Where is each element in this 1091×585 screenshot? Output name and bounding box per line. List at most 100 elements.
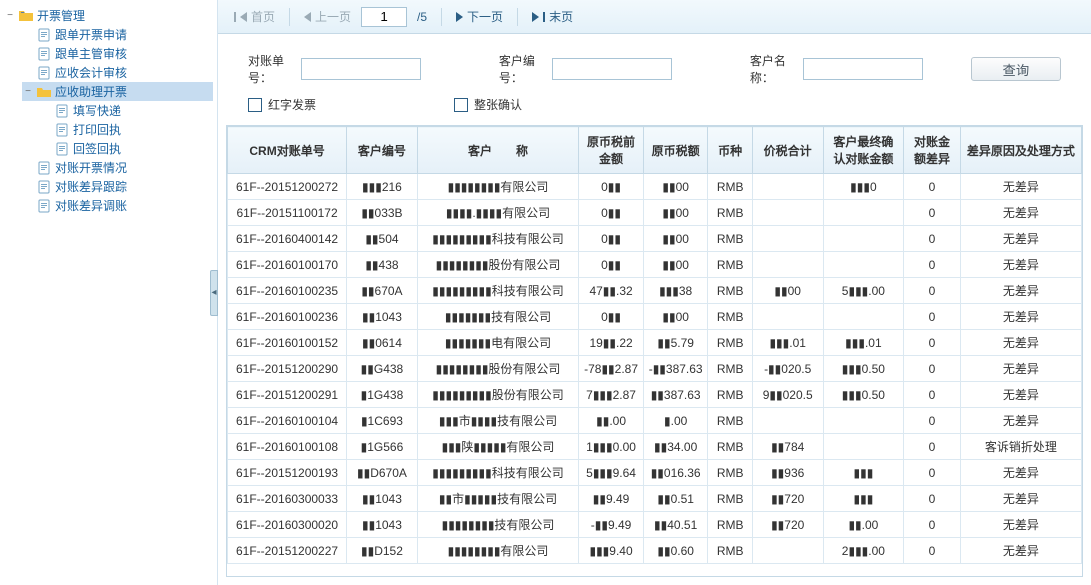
sidebar-item-label[interactable]: 打印回执 xyxy=(73,121,121,138)
cell-confirm xyxy=(823,226,904,252)
document-icon xyxy=(54,122,70,138)
cell-crm: 61F--20151200291 xyxy=(228,382,347,408)
table-row[interactable]: 61F--20151200290▮▮G438▮▮▮▮▮▮▮▮股份有限公司-78▮… xyxy=(228,356,1082,382)
first-page-button[interactable]: 首页 xyxy=(228,6,281,27)
page-number-input[interactable] xyxy=(361,7,407,27)
cell-confirm: ▮▮▮0.50 xyxy=(823,382,904,408)
cell-crm: 61F--20160100170 xyxy=(228,252,347,278)
th-diff[interactable]: 对账金额差异 xyxy=(904,127,961,174)
red-invoice-checkbox[interactable] xyxy=(248,98,262,112)
th-crm[interactable]: CRM对账单号 xyxy=(228,127,347,174)
order-input[interactable] xyxy=(301,58,421,80)
cell-cname: ▮▮▮▮▮▮▮▮技有限公司 xyxy=(417,512,579,538)
data-table: CRM对账单号 客户编号 客户 称 原币税前金额 原币税额 币种 价税合计 客户… xyxy=(227,126,1082,564)
table-row[interactable]: 61F--20160300033▮▮1043▮▮市▮▮▮▮▮技有限公司▮▮9.4… xyxy=(228,486,1082,512)
sidebar-item-label[interactable]: 跟单主管审核 xyxy=(55,45,127,62)
cell-cid: ▮▮033B xyxy=(347,200,418,226)
cell-pretax: 0▮▮ xyxy=(579,174,644,200)
tree-root-label[interactable]: 开票管理 xyxy=(37,7,85,24)
cell-tax: ▮▮00 xyxy=(643,200,708,226)
sidebar-item-label[interactable]: 回签回执 xyxy=(73,140,121,157)
sidebar-item[interactable]: − 应收助理开票 xyxy=(22,82,213,101)
table-row[interactable]: 61F--20160100152▮▮0614▮▮▮▮▮▮▮电有限公司19▮▮.2… xyxy=(228,330,1082,356)
table-row[interactable]: 61F--20151200193▮▮D670A▮▮▮▮▮▮▮▮▮科技有限公司5▮… xyxy=(228,460,1082,486)
th-reason[interactable]: 差异原因及处理方式 xyxy=(960,127,1081,174)
th-confirm[interactable]: 客户最终确认对账金额 xyxy=(823,127,904,174)
sidebar-item[interactable]: 填写快递 xyxy=(40,101,213,120)
sidebar-item-label[interactable]: 对账差异跟踪 xyxy=(55,178,127,195)
sidebar-item[interactable]: 对账开票情况 xyxy=(22,158,213,177)
th-pretax[interactable]: 原币税前金额 xyxy=(579,127,644,174)
collapse-icon[interactable]: − xyxy=(22,86,34,98)
cell-cur: RMB xyxy=(708,460,752,486)
collapse-icon[interactable]: − xyxy=(4,10,16,22)
cell-pretax: 7▮▮▮2.87 xyxy=(579,382,644,408)
cell-cid: ▮▮▮216 xyxy=(347,174,418,200)
cell-reason: 无差异 xyxy=(960,408,1081,434)
collapse-tab[interactable]: ◂ xyxy=(210,270,218,316)
sidebar-item-label[interactable]: 应收会计审核 xyxy=(55,64,127,81)
cell-cur: RMB xyxy=(708,434,752,460)
cell-pretax: 1▮▮▮0.00 xyxy=(579,434,644,460)
sidebar-item-label[interactable]: 应收助理开票 xyxy=(55,83,127,100)
last-page-button[interactable]: 末页 xyxy=(526,6,579,27)
cell-total xyxy=(752,252,823,278)
table-row[interactable]: 61F--20160100170▮▮438▮▮▮▮▮▮▮▮股份有限公司0▮▮▮▮… xyxy=(228,252,1082,278)
table-row[interactable]: 61F--20160100235▮▮670A▮▮▮▮▮▮▮▮▮科技有限公司47▮… xyxy=(228,278,1082,304)
cell-crm: 61F--20160300020 xyxy=(228,512,347,538)
cell-total xyxy=(752,408,823,434)
sidebar-item[interactable]: 跟单开票申请 xyxy=(22,25,213,44)
sidebar-item-label[interactable]: 对账差异调账 xyxy=(55,197,127,214)
cell-cur: RMB xyxy=(708,382,752,408)
cell-diff: 0 xyxy=(904,174,961,200)
sidebar-item-label[interactable]: 跟单开票申请 xyxy=(55,26,127,43)
th-cname[interactable]: 客户 称 xyxy=(417,127,579,174)
table-row[interactable]: 61F--20160100236▮▮1043▮▮▮▮▮▮▮技有限公司0▮▮▮▮0… xyxy=(228,304,1082,330)
cell-cname: ▮▮▮▮▮▮▮▮有限公司 xyxy=(417,538,579,564)
cell-confirm: 2▮▮▮.00 xyxy=(823,538,904,564)
sidebar-item[interactable]: 回签回执 xyxy=(40,139,213,158)
cell-crm: 61F--20160100235 xyxy=(228,278,347,304)
whole-confirm-checkbox[interactable] xyxy=(454,98,468,112)
cell-diff: 0 xyxy=(904,460,961,486)
sidebar-item[interactable]: 应收会计审核 xyxy=(22,63,213,82)
sidebar-item[interactable]: 跟单主管审核 xyxy=(22,44,213,63)
next-page-button[interactable]: 下一页 xyxy=(450,6,509,27)
sidebar-item[interactable]: 对账差异调账 xyxy=(22,196,213,215)
tree-root[interactable]: − 开票管理 xyxy=(4,6,213,25)
cell-cid: ▮▮G438 xyxy=(347,356,418,382)
sidebar-item-label[interactable]: 填写快递 xyxy=(73,102,121,119)
cell-cname: ▮▮▮▮▮▮▮▮▮科技有限公司 xyxy=(417,226,579,252)
cell-cname: ▮▮▮▮▮▮▮▮有限公司 xyxy=(417,174,579,200)
table-row[interactable]: 61F--20151200291▮1G438▮▮▮▮▮▮▮▮▮股份有限公司7▮▮… xyxy=(228,382,1082,408)
document-icon xyxy=(54,141,70,157)
th-tax[interactable]: 原币税额 xyxy=(643,127,708,174)
search-button[interactable]: 查询 xyxy=(971,57,1061,81)
table-row[interactable]: 61F--20151100172▮▮033B▮▮▮▮.▮▮▮▮有限公司0▮▮▮▮… xyxy=(228,200,1082,226)
sidebar-item[interactable]: 打印回执 xyxy=(40,120,213,139)
pager-toolbar: 首页 上一页 /5 下一页 末页 xyxy=(218,0,1091,34)
table-row[interactable]: 61F--20160100104▮1C693▮▮▮市▮▮▮▮技有限公司▮▮.00… xyxy=(228,408,1082,434)
prev-page-button[interactable]: 上一页 xyxy=(298,6,357,27)
cell-tax: ▮▮00 xyxy=(643,174,708,200)
table-scroll[interactable]: CRM对账单号 客户编号 客户 称 原币税前金额 原币税额 币种 价税合计 客户… xyxy=(226,125,1083,577)
table-row[interactable]: 61F--20151200227▮▮D152▮▮▮▮▮▮▮▮有限公司▮▮▮9.4… xyxy=(228,538,1082,564)
cell-crm: 61F--20160100108 xyxy=(228,434,347,460)
sidebar-item-label[interactable]: 对账开票情况 xyxy=(55,159,127,176)
th-total[interactable]: 价税合计 xyxy=(752,127,823,174)
table-row[interactable]: 61F--20160300020▮▮1043▮▮▮▮▮▮▮▮技有限公司-▮▮9.… xyxy=(228,512,1082,538)
cell-reason: 客诉销折处理 xyxy=(960,434,1081,460)
sidebar-item[interactable]: 对账差异跟踪 xyxy=(22,177,213,196)
cid-input[interactable] xyxy=(552,58,672,80)
cell-crm: 61F--20160100236 xyxy=(228,304,347,330)
cell-cname: ▮▮▮▮▮▮▮▮▮股份有限公司 xyxy=(417,382,579,408)
th-cur[interactable]: 币种 xyxy=(708,127,752,174)
table-row[interactable]: 61F--20151200272▮▮▮216▮▮▮▮▮▮▮▮有限公司0▮▮▮▮0… xyxy=(228,174,1082,200)
th-cid[interactable]: 客户编号 xyxy=(347,127,418,174)
cell-total: -▮▮020.5 xyxy=(752,356,823,382)
table-row[interactable]: 61F--20160100108▮1G566▮▮▮陕▮▮▮▮▮有限公司1▮▮▮0… xyxy=(228,434,1082,460)
cell-total: ▮▮720 xyxy=(752,512,823,538)
cname-input[interactable] xyxy=(803,58,923,80)
cell-pretax: 5▮▮▮9.64 xyxy=(579,460,644,486)
table-row[interactable]: 61F--20160400142▮▮504▮▮▮▮▮▮▮▮▮科技有限公司0▮▮▮… xyxy=(228,226,1082,252)
